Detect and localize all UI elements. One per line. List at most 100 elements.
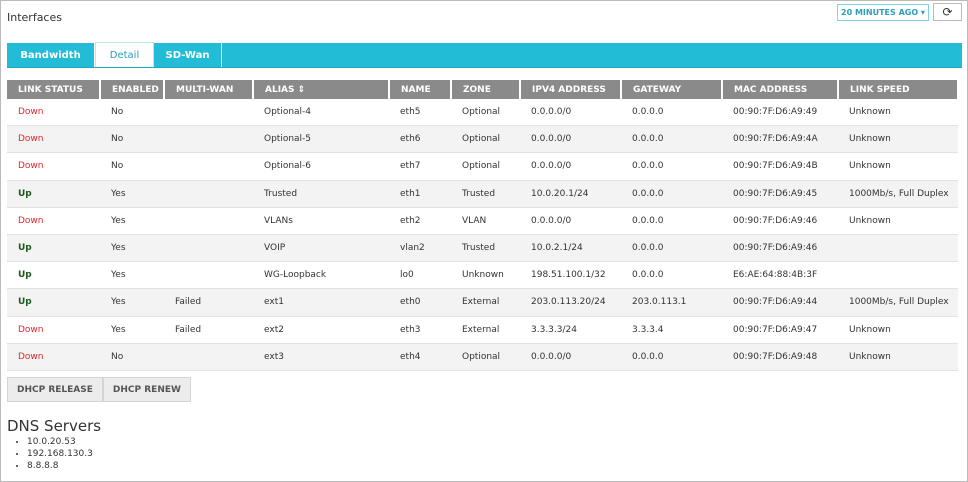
table-cell: External: [451, 288, 520, 317]
caret-down-icon: ▾: [920, 8, 925, 17]
table-cell: [838, 234, 958, 263]
table-row[interactable]: Down No Optional-4 eth5 Optional 0.0.0.0/0 0.0…: [7, 99, 958, 127]
table-cell: vlan2: [389, 234, 451, 263]
column-header[interactable]: MULTI-WAN: [164, 80, 254, 99]
table-cell: Unknown: [451, 261, 520, 290]
tab-bar: Bandwidth Detail SD-Wan: [7, 42, 962, 68]
table-cell: ext2: [253, 316, 389, 344]
table-cell: 00:90:7F:D6:A9:46: [722, 234, 838, 263]
tab-detail[interactable]: Detail: [95, 42, 154, 67]
table-cell: [164, 207, 253, 235]
table-cell: eth4: [389, 343, 451, 371]
dns-servers-heading: DNS Servers: [7, 417, 102, 435]
link-status: Up: [7, 234, 100, 263]
table-row[interactable]: Up Yes Trusted eth1 Trusted 10.0.20.1/24 0.0.0…: [7, 180, 958, 208]
table-row[interactable]: Down Yes Failed ext2 eth3 External 3.3.3.3/24 3…: [7, 316, 958, 344]
link-status: Down: [7, 316, 100, 344]
dns-server: 192.168.130.3: [27, 448, 93, 460]
table-cell: Unknown: [838, 125, 958, 154]
link-status: Down: [7, 152, 100, 181]
table-cell: Optional: [451, 125, 520, 154]
tab-sd-wan[interactable]: SD-Wan: [154, 43, 222, 67]
column-header[interactable]: GATEWAY: [621, 80, 723, 99]
table-cell: E6:AE:64:88:4B:3F: [722, 261, 838, 290]
table-cell: Unknown: [838, 343, 958, 371]
column-header[interactable]: ZONE: [451, 80, 521, 99]
table-cell: Yes: [100, 234, 164, 263]
dns-server: 8.8.8.8: [27, 460, 93, 472]
table-row[interactable]: Down No Optional-5 eth6 Optional 0.0.0.0/0 0.0…: [7, 125, 958, 154]
column-header[interactable]: IPV4 ADDRESS: [520, 80, 622, 99]
column-header[interactable]: NAME: [389, 80, 452, 99]
table-cell: [164, 99, 253, 127]
link-status: Down: [7, 207, 100, 235]
table-cell: eth5: [389, 99, 451, 127]
table-cell: 00:90:7F:D6:A9:49: [722, 99, 838, 127]
column-header[interactable]: ALIAS ⇕: [253, 80, 390, 99]
table-row[interactable]: Up Yes WG-Loopback lo0 Unknown 198.51.100.1/3…: [7, 261, 958, 290]
table-row[interactable]: Down Yes VLANs eth2 VLAN 0.0.0.0/0 0.0.0.0 00:9…: [7, 207, 958, 235]
table-cell: Yes: [100, 180, 164, 208]
table-cell: 3.3.3.4: [621, 316, 722, 344]
dhcp-renew-button[interactable]: DHCP RENEW: [102, 377, 191, 402]
table-cell: External: [451, 316, 520, 344]
table-cell: Trusted: [451, 234, 520, 263]
table-row[interactable]: Down No ext3 eth4 Optional 0.0.0.0/0 0.0.0.0 00…: [7, 343, 958, 371]
column-header-label: ZONE: [463, 84, 491, 95]
table-cell: [164, 261, 253, 290]
table-cell: 3.3.3.3/24: [520, 316, 621, 344]
table-cell: eth7: [389, 152, 451, 181]
table-cell: Optional-6: [253, 152, 389, 181]
table-cell: [164, 152, 253, 181]
table-cell: 1000Mb/s, Full Duplex: [838, 288, 958, 317]
interfaces-table: LINK STATUS ENABLED MULTI-WAN ALIAS ⇕ NAME ZO…: [7, 80, 959, 371]
table-cell: 00:90:7F:D6:A9:4A: [722, 125, 838, 154]
table-cell: ext1: [253, 288, 389, 317]
table-cell: 0.0.0.0: [621, 180, 722, 208]
table-cell: 00:90:7F:D6:A9:44: [722, 288, 838, 317]
column-header-label: ALIAS: [265, 84, 295, 95]
table-cell: Trusted: [253, 180, 389, 208]
column-header[interactable]: LINK STATUS: [7, 80, 101, 99]
table-cell: Unknown: [838, 152, 958, 181]
table-cell: eth1: [389, 180, 451, 208]
table-cell: 10.0.20.1/24: [520, 180, 621, 208]
link-status: Down: [7, 343, 100, 371]
column-header-label: MAC ADDRESS: [734, 84, 808, 95]
table-row[interactable]: Down No Optional-6 eth7 Optional 0.0.0.0/0 0.0…: [7, 152, 958, 181]
time-range-dropdown[interactable]: 20 MINUTES AGO ▾: [837, 4, 929, 21]
dhcp-release-button[interactable]: DHCP RELEASE: [7, 377, 103, 402]
column-header[interactable]: MAC ADDRESS: [722, 80, 839, 99]
sort-icon[interactable]: ⇕: [295, 85, 306, 95]
table-cell: 00:90:7F:D6:A9:46: [722, 207, 838, 235]
column-header[interactable]: ENABLED: [100, 80, 165, 99]
link-status: Down: [7, 125, 100, 154]
table-cell: 0.0.0.0: [621, 343, 722, 371]
link-status: Up: [7, 180, 100, 208]
table-cell: Yes: [100, 261, 164, 290]
table-row[interactable]: Up Yes VOIP vlan2 Trusted 10.0.2.1/24 0.0.0.0 0…: [7, 234, 958, 263]
table-cell: 0.0.0.0: [621, 152, 722, 181]
refresh-button[interactable]: ⟳: [933, 3, 962, 21]
column-header-label: MULTI-WAN: [176, 84, 234, 95]
table-cell: 0.0.0.0/0: [520, 99, 621, 127]
table-row[interactable]: Up Yes Failed ext1 eth0 External 203.0.113.20/…: [7, 288, 958, 317]
table-cell: Yes: [100, 316, 164, 344]
table-cell: Yes: [100, 207, 164, 235]
dns-server-list: 10.0.20.53 192.168.130.3 8.8.8.8: [7, 436, 93, 472]
column-header-label: LINK SPEED: [850, 84, 910, 95]
table-cell: Optional-4: [253, 99, 389, 127]
table-cell: 0.0.0.0: [621, 125, 722, 154]
page-title: Interfaces: [7, 11, 62, 24]
table-cell: Failed: [164, 288, 253, 317]
table-cell: 0.0.0.0/0: [520, 207, 621, 235]
table-cell: eth6: [389, 125, 451, 154]
table-cell: 00:90:7F:D6:A9:4B: [722, 152, 838, 181]
table-cell: eth3: [389, 316, 451, 344]
time-range-label: 20 MINUTES AGO: [841, 8, 919, 17]
table-cell: ext3: [253, 343, 389, 371]
table-cell: VLAN: [451, 207, 520, 235]
tab-bandwidth[interactable]: Bandwidth: [7, 43, 95, 67]
table-cell: 0.0.0.0/0: [520, 125, 621, 154]
column-header[interactable]: LINK SPEED: [838, 80, 959, 99]
